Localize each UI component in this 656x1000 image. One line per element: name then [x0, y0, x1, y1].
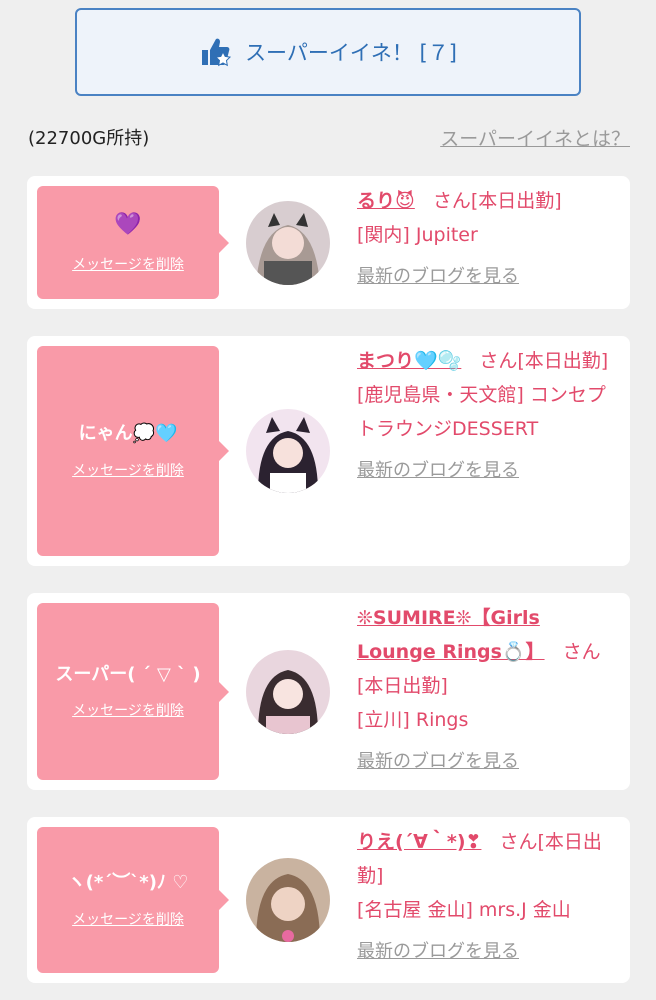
- message-bubble: にゃん💭🩵 メッセージを削除: [37, 346, 219, 556]
- message-bubble: スーパー( ´ ▽ ` ) メッセージを削除: [37, 603, 219, 780]
- message-text: にゃん💭🩵: [78, 423, 178, 445]
- delete-message-link[interactable]: メッセージを削除: [72, 700, 184, 720]
- message-text: 💜: [114, 212, 142, 238]
- avatar[interactable]: [246, 409, 330, 493]
- delete-message-link[interactable]: メッセージを削除: [72, 254, 184, 274]
- super-like-button[interactable]: スーパーイイネ！ [７]: [75, 8, 581, 96]
- cast-name-link[interactable]: りえ(´∀｀*)❣: [357, 831, 481, 853]
- message-bubble: 💜 メッセージを削除: [37, 186, 219, 299]
- avatar[interactable]: [246, 858, 330, 942]
- list-item: 💜 メッセージを削除 るり😈 さん[本日出勤] [関内] Jupiter 最新のブ…: [27, 176, 630, 309]
- status-text: さん[本日出勤]: [432, 190, 562, 212]
- delete-message-link[interactable]: メッセージを削除: [72, 460, 184, 480]
- message-text: スーパー( ´ ▽ ` ): [55, 663, 201, 685]
- owned-points: (22700G所持): [28, 128, 150, 149]
- cast-name-link[interactable]: まつり🩵🫧: [357, 350, 461, 372]
- shop-area: [立川] Rings: [357, 709, 469, 731]
- cast-name-link[interactable]: るり😈: [357, 190, 415, 212]
- latest-blog-link[interactable]: 最新のブログを見る: [357, 454, 619, 488]
- thumbs-up-star-icon: [202, 38, 232, 67]
- list-item: スーパー( ´ ▽ ` ) メッセージを削除 ❊SUMIRE❊【Girls Lo…: [27, 593, 630, 790]
- latest-blog-link[interactable]: 最新のブログを見る: [357, 935, 619, 969]
- cast-name-link[interactable]: ❊SUMIRE❊【Girls Lounge Rings💍】: [357, 607, 545, 663]
- status-text: さん[本日出勤]: [479, 350, 609, 372]
- super-like-label: スーパーイイネ！ [７]: [245, 41, 457, 65]
- latest-blog-link[interactable]: 最新のブログを見る: [357, 745, 619, 779]
- shop-area: [鹿児島県・天文館] コンセプトラウンジDESSERT: [357, 384, 606, 440]
- message-bubble: ヽ(*´︶`*)ﾉ ♡ メッセージを削除: [37, 827, 219, 973]
- latest-blog-link[interactable]: 最新のブログを見る: [357, 260, 619, 294]
- list-item: にゃん💭🩵 メッセージを削除 まつり🩵🫧 さん[本日出勤] [鹿児島県・天文館] …: [27, 336, 630, 566]
- list-item: ヽ(*´︶`*)ﾉ ♡ メッセージを削除 りえ(´∀｀*)❣ さん[本日出勤] […: [27, 817, 630, 983]
- message-text: ヽ(*´︶`*)ﾉ ♡: [67, 872, 189, 894]
- avatar[interactable]: [246, 650, 330, 734]
- shop-area: [名古屋 金山] mrs.J 金山: [357, 899, 571, 921]
- delete-message-link[interactable]: メッセージを削除: [72, 909, 184, 929]
- avatar[interactable]: [246, 201, 330, 285]
- shop-area: [関内] Jupiter: [357, 224, 478, 246]
- what-is-super-like-link[interactable]: スーパーイイネとは？: [440, 124, 630, 151]
